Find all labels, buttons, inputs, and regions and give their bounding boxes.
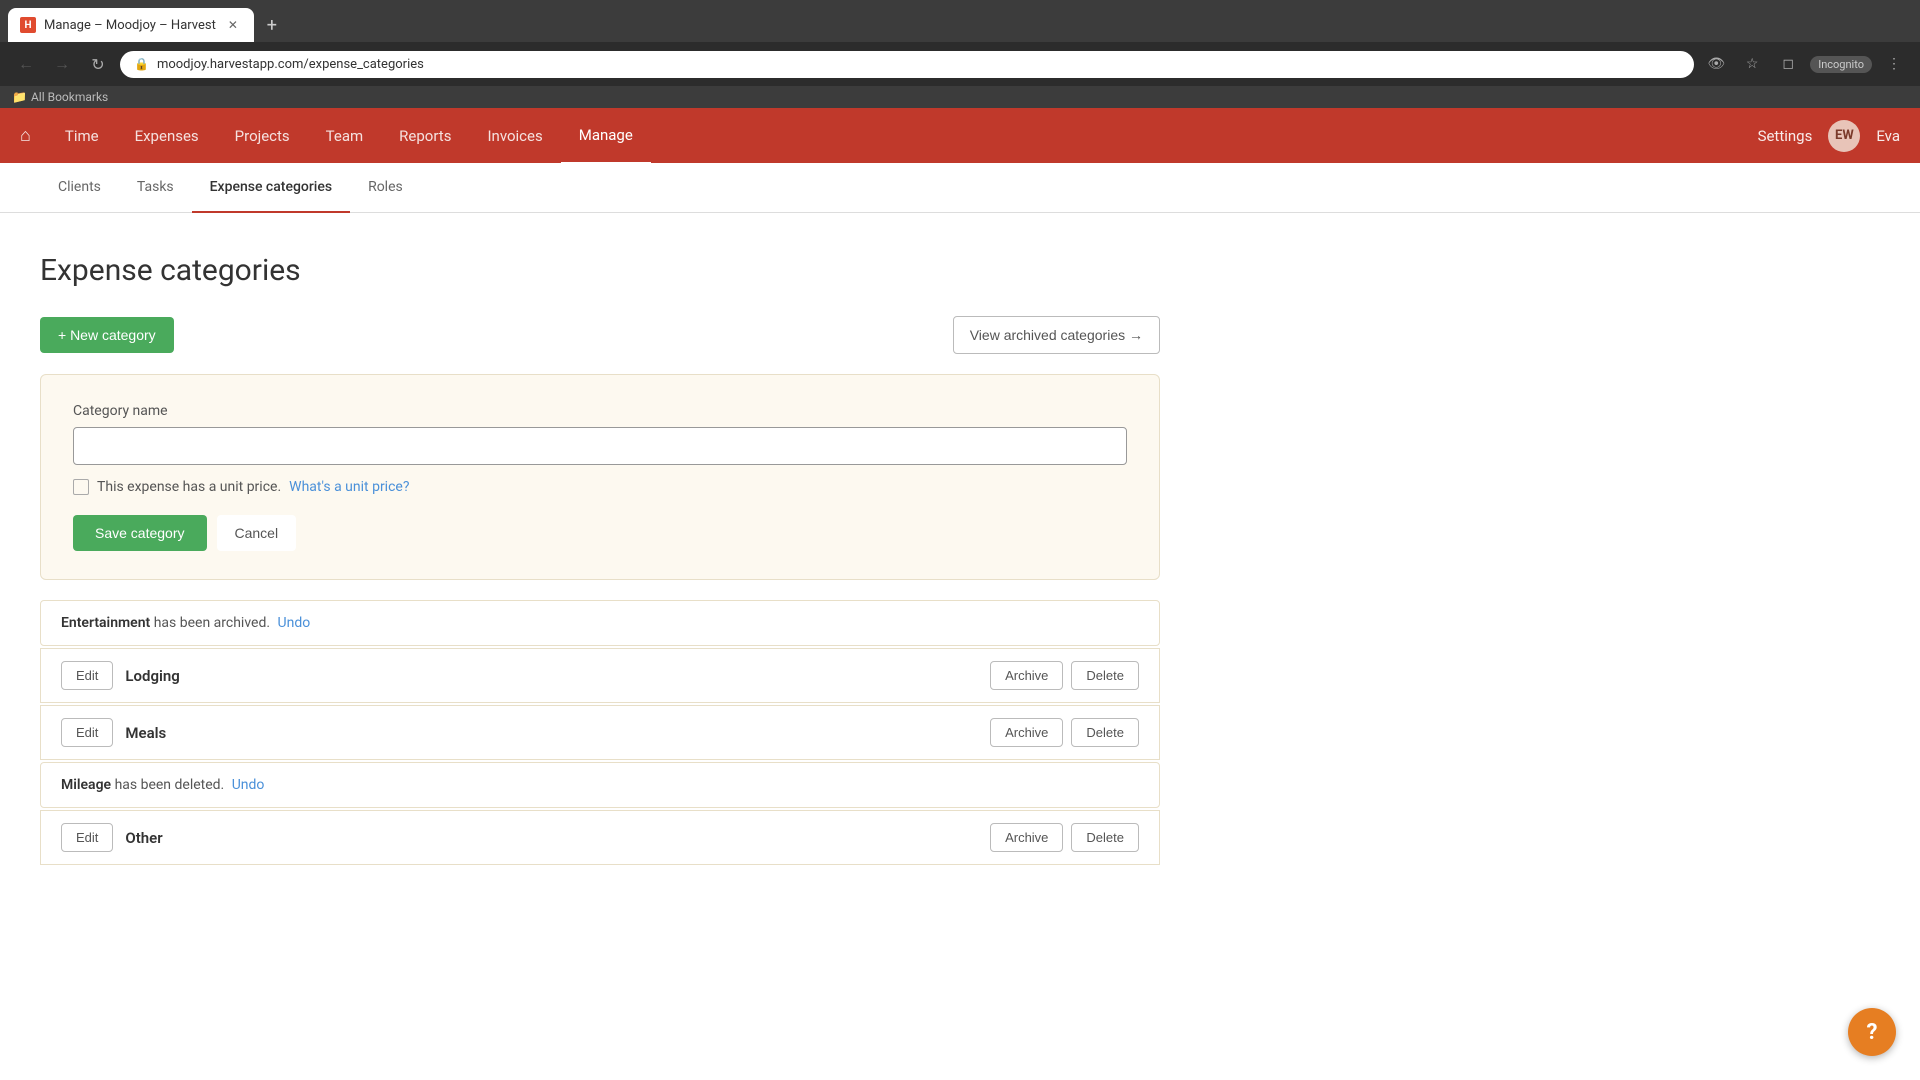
browser-toolbar: ← → ↻ 🔒 moodjoy.harvestapp.com/expense_c… [0, 42, 1920, 86]
notification-message: has been archived. [154, 615, 274, 631]
favicon: H [20, 17, 36, 33]
category-name-label: Category name [73, 403, 1127, 419]
category-name-input[interactable] [73, 427, 1127, 465]
cancel-button[interactable]: Cancel [217, 515, 297, 551]
reload-button[interactable]: ↻ [84, 50, 112, 78]
form-actions: Save category Cancel [73, 515, 1127, 551]
nav-right: Settings EW Eva [1758, 120, 1900, 152]
nav-item-invoices[interactable]: Invoices [469, 109, 560, 163]
main-nav: Time Expenses Projects Team Reports Invo… [47, 108, 651, 164]
nav-item-expenses[interactable]: Expenses [117, 109, 217, 163]
meals-category-name: Meals [125, 724, 978, 742]
entertainment-undo-link[interactable]: Undo [278, 615, 311, 631]
lodging-category-name: Lodging [125, 667, 978, 685]
app-nav: ⌂ Time Expenses Projects Team Reports In… [0, 108, 1920, 163]
unit-price-link[interactable]: What's a unit price? [289, 479, 409, 495]
unit-price-text: This expense has a unit price. [97, 479, 281, 495]
forward-button[interactable]: → [48, 50, 76, 78]
lodging-row-actions: Archive Delete [990, 661, 1139, 690]
folder-icon: 📁 [12, 90, 27, 104]
nav-item-manage[interactable]: Manage [561, 108, 651, 164]
home-icon[interactable]: ⌂ [20, 125, 31, 146]
save-category-button[interactable]: Save category [73, 515, 207, 551]
new-category-button[interactable]: + New category [40, 317, 174, 353]
main-content: Expense categories + New category View a… [0, 213, 1200, 907]
sub-nav-roles[interactable]: Roles [350, 163, 421, 213]
settings-link[interactable]: Settings [1758, 127, 1813, 145]
mileage-deleted-notification: Mileage has been deleted. Undo [40, 762, 1160, 808]
close-tab-button[interactable]: ✕ [224, 16, 242, 34]
new-tab-button[interactable]: + [258, 11, 286, 39]
sub-nav: Clients Tasks Expense categories Roles [0, 163, 1920, 213]
lodging-archive-button[interactable]: Archive [990, 661, 1063, 690]
other-archive-button[interactable]: Archive [990, 823, 1063, 852]
table-row: Edit Other Archive Delete [40, 810, 1160, 865]
help-button[interactable]: ? [1848, 1008, 1896, 1056]
meals-delete-button[interactable]: Delete [1071, 718, 1139, 747]
meals-edit-button[interactable]: Edit [61, 718, 113, 747]
back-button[interactable]: ← [12, 50, 40, 78]
meals-archive-button[interactable]: Archive [990, 718, 1063, 747]
table-row: Edit Meals Archive Delete [40, 705, 1160, 760]
entertainment-archived-notification: Entertainment has been archived. Undo [40, 600, 1160, 646]
tab-bar: H Manage – Moodjoy – Harvest ✕ + [0, 0, 1920, 42]
eye-off-icon[interactable]: 👁 [1702, 50, 1730, 78]
new-category-form: Category name This expense has a unit pr… [40, 374, 1160, 580]
sub-nav-tasks[interactable]: Tasks [119, 163, 192, 213]
other-row-actions: Archive Delete [990, 823, 1139, 852]
bookmarks-bar: 📁 All Bookmarks [0, 86, 1920, 108]
lodging-delete-button[interactable]: Delete [1071, 661, 1139, 690]
toolbar-actions: 👁 ☆ ◻ Incognito ⋮ [1702, 50, 1908, 78]
tab-title: Manage – Moodjoy – Harvest [44, 18, 216, 33]
actions-row: + New category View archived categories … [40, 316, 1160, 354]
unit-price-row: This expense has a unit price. What's a … [73, 479, 1127, 495]
other-edit-button[interactable]: Edit [61, 823, 113, 852]
notification-item-name: Entertainment [61, 615, 150, 631]
nav-item-time[interactable]: Time [47, 109, 117, 163]
profile-icon[interactable]: ◻ [1774, 50, 1802, 78]
page-title: Expense categories [40, 253, 1160, 288]
browser-chrome: H Manage – Moodjoy – Harvest ✕ + ← → ↻ 🔒… [0, 0, 1920, 108]
active-tab[interactable]: H Manage – Moodjoy – Harvest ✕ [8, 8, 254, 42]
bookmarks-label: All Bookmarks [31, 90, 108, 104]
nav-item-reports[interactable]: Reports [381, 109, 469, 163]
address-bar[interactable]: 🔒 moodjoy.harvestapp.com/expense_categor… [120, 51, 1694, 78]
mileage-undo-link[interactable]: Undo [232, 777, 265, 793]
incognito-badge: Incognito [1810, 56, 1872, 73]
meals-row-actions: Archive Delete [990, 718, 1139, 747]
sub-nav-clients[interactable]: Clients [40, 163, 119, 213]
other-category-name: Other [125, 829, 978, 847]
categories-container: Entertainment has been archived. Undo Ed… [40, 600, 1160, 865]
unit-price-checkbox[interactable] [73, 479, 89, 495]
table-row: Edit Lodging Archive Delete [40, 648, 1160, 703]
avatar[interactable]: EW [1828, 120, 1860, 152]
url-text: moodjoy.harvestapp.com/expense_categorie… [157, 57, 1680, 72]
notification-item-name: Mileage [61, 777, 111, 793]
sub-nav-expense-categories[interactable]: Expense categories [192, 163, 350, 213]
notification-message: has been deleted. [115, 777, 228, 793]
bookmark-icon[interactable]: ☆ [1738, 50, 1766, 78]
user-name: Eva [1876, 127, 1900, 145]
view-archived-button[interactable]: View archived categories → [953, 316, 1160, 354]
nav-item-projects[interactable]: Projects [217, 109, 308, 163]
incognito-label: Incognito [1818, 58, 1864, 71]
lodging-edit-button[interactable]: Edit [61, 661, 113, 690]
menu-icon[interactable]: ⋮ [1880, 50, 1908, 78]
other-delete-button[interactable]: Delete [1071, 823, 1139, 852]
nav-item-team[interactable]: Team [308, 109, 382, 163]
lock-icon: 🔒 [134, 57, 149, 71]
